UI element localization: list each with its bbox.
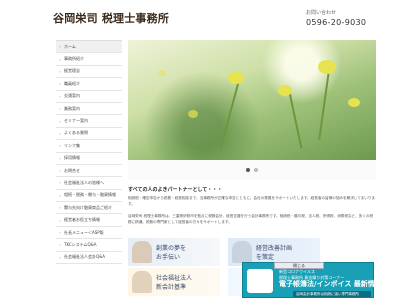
banner-label: 社会福祉法人 新会計基準 (156, 275, 193, 291)
sidebar-item-label: セミナー案内 (64, 118, 88, 124)
chevron-right-icon: › (59, 143, 61, 149)
chevron-right-icon: › (59, 93, 61, 99)
ad-headline: 電子帳簿法/インボイス 最新情報 (279, 280, 382, 288)
office-paragraph: 谷岡栄司 税理士事務所は、三重県伊勢市を拠点に税務会計、経営支援を行う会計事務所… (128, 214, 373, 224)
chevron-right-icon: › (59, 217, 61, 223)
sidebar-item-label: 経営理念 (64, 68, 80, 74)
chevron-right-icon: › (59, 118, 61, 124)
flower-stem (288, 89, 303, 149)
slider-indicator (128, 160, 376, 180)
sidebar-item-label: 関与先向け融資商品ご紹介 (64, 204, 112, 210)
sidebar-item-label: 相続・税務・贈与・融資情報 (64, 192, 116, 198)
hero-image (128, 40, 376, 160)
sidebar-item-label: 社会福祉法人会計Q&A (64, 254, 106, 260)
chevron-right-icon: › (59, 68, 61, 74)
site-title: 谷岡栄司 税理士事務所 (53, 12, 170, 25)
sidebar-item-label: 業務案内 (64, 105, 80, 111)
sidebar-item[interactable]: › セミナー案内 (56, 115, 122, 128)
sidebar-item-label: よくある質問 (64, 130, 88, 136)
flower-stem (219, 80, 240, 149)
sidebar-item[interactable]: › 採用情報 (56, 152, 122, 165)
flower (348, 98, 360, 107)
sidebar-item-label: 社会福祉法人の皆様へ (64, 179, 104, 185)
intro-paragraph: 相続税・確定申告から税務・経営相談まで、当事務所が正確な申告とともに、会社の発展… (128, 196, 376, 206)
sidebar-item-label: 経営者お役立ち情報 (64, 217, 100, 223)
flower (318, 60, 336, 74)
sidebar-item[interactable]: › 経営者お役立ち情報 (56, 214, 122, 227)
chevron-right-icon: › (59, 168, 61, 174)
sidebar-item[interactable]: › お問合せ (56, 164, 122, 178)
sidebar-item-label: リンク集 (64, 142, 80, 148)
startup-support-banner[interactable]: 創業の夢を お手伝い (128, 238, 220, 266)
chevron-right-icon: › (59, 254, 61, 260)
chevron-right-icon: › (59, 44, 61, 50)
chevron-right-icon: › (59, 130, 61, 136)
sidebar-item-label: 交通案内 (64, 93, 80, 99)
sidebar-item-label: 社長メニュー＜ASP版 (64, 229, 104, 235)
flower (228, 72, 244, 84)
ad-logo-icon (247, 269, 273, 293)
sidebar-item[interactable]: › TKCシステムQ&A (56, 239, 122, 252)
sidebar-item[interactable]: › よくある質問 (56, 127, 122, 141)
banner-label: 経営改善計画 を策定 (256, 245, 293, 261)
chevron-right-icon: › (59, 205, 61, 211)
sidebar-item[interactable]: › 社会福祉法人の皆様へ (56, 177, 122, 190)
sidebar-item-label: お問合せ (64, 167, 80, 173)
flower (188, 110, 198, 118)
contact-label[interactable]: お問い合わせ (306, 9, 336, 16)
slider-dot[interactable] (246, 168, 250, 172)
chevron-right-icon: › (59, 81, 61, 87)
sidebar-item[interactable]: › 相続・税務・贈与・融資情報 (56, 189, 122, 203)
ad-info-bar[interactable]: 谷岡会計事務所は相続に強い専門事務所 (293, 291, 371, 297)
chevron-right-icon: › (59, 106, 61, 112)
person-photo (132, 241, 152, 263)
flower-stem (318, 70, 330, 140)
ad-close-button[interactable]: 閉じる (274, 262, 324, 269)
sidebar-item[interactable]: › 業務案内 (56, 102, 122, 116)
sidebar-nav: › ホーム › 事務所紹介 › 経営理念 › 職員紹介 › 交通案内 › 業務案内 › セミナー案内 › よく… (56, 40, 122, 265)
slider-dot[interactable] (254, 168, 258, 172)
chevron-right-icon: › (59, 180, 61, 186)
sidebar-item-label: 職員紹介 (64, 80, 80, 86)
sidebar-item[interactable]: › 関与先向け融資商品ご紹介 (56, 202, 122, 215)
chevron-right-icon: › (59, 155, 61, 161)
sidebar-item[interactable]: › ホーム (56, 41, 122, 54)
sidebar-item[interactable]: › リンク集 (56, 140, 122, 153)
sidebar-item[interactable]: › 職員紹介 (56, 78, 122, 91)
sidebar-item-label: 採用情報 (64, 155, 80, 161)
phone-number[interactable]: 0596-20-9030 (306, 18, 366, 27)
flower (158, 70, 166, 76)
sidebar-item-label: ホーム (64, 43, 76, 49)
flower (278, 85, 292, 96)
sidebar-item-label: 事務所紹介 (64, 56, 84, 62)
chevron-right-icon: › (59, 230, 61, 236)
chevron-right-icon: › (59, 56, 61, 62)
sidebar-item[interactable]: › 事務所紹介 (56, 53, 122, 66)
banner-label: 創業の夢を お手伝い (156, 245, 187, 261)
sidebar-item[interactable]: › 経営理念 (56, 65, 122, 79)
section-heading: すべての人のよきパートナーとして・・・ (128, 187, 223, 193)
sidebar-item[interactable]: › 社長メニュー＜ASP版 (56, 226, 122, 240)
person-photo (132, 271, 152, 293)
chevron-right-icon: › (59, 192, 61, 198)
sidebar-item[interactable]: › 社会福祉法人会計Q&A (56, 251, 122, 265)
social-welfare-banner[interactable]: 社会福祉法人 新会計基準 (128, 268, 220, 296)
person-photo (232, 241, 252, 263)
sidebar-item[interactable]: › 交通案内 (56, 90, 122, 103)
chevron-right-icon: › (59, 242, 61, 248)
sidebar-item-label: TKCシステムQ&A (64, 241, 97, 247)
